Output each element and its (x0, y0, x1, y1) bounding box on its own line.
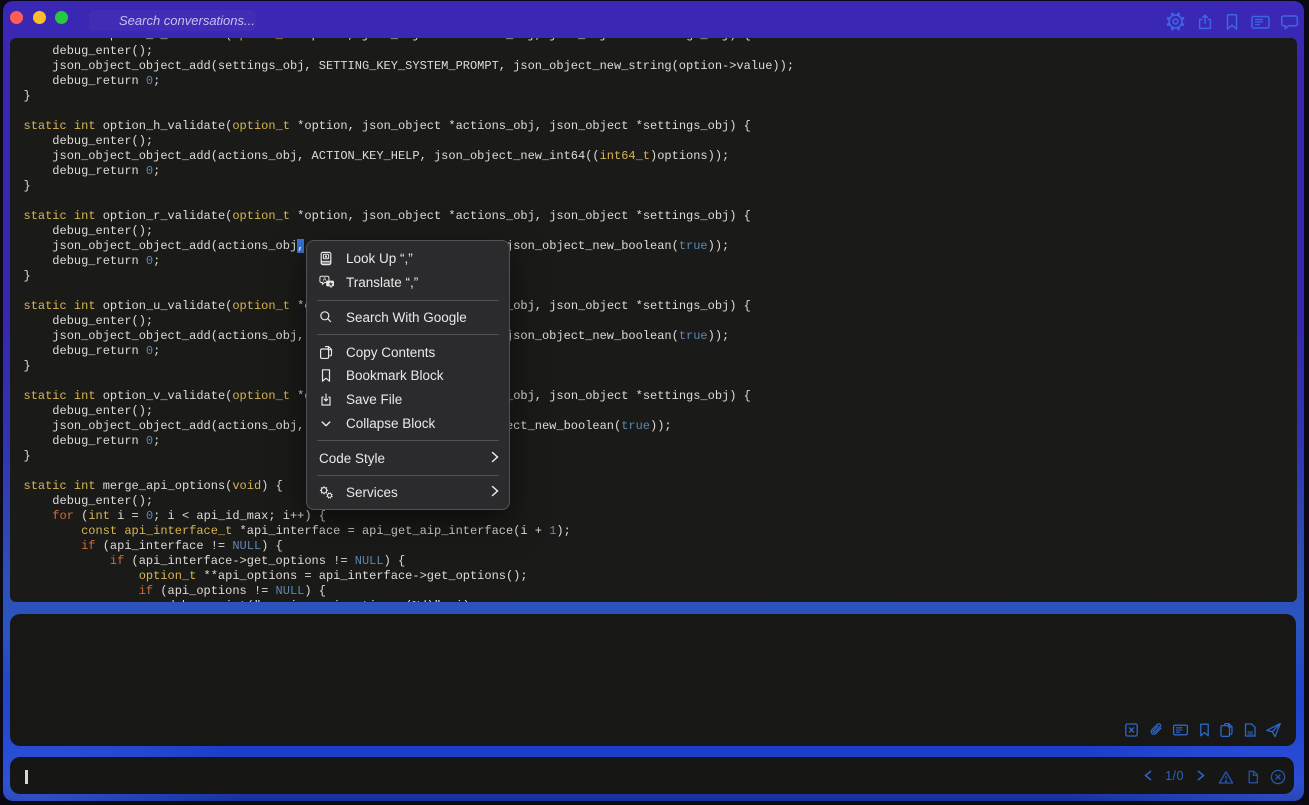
svg-text:A: A (323, 278, 327, 284)
svg-text:★: ★ (328, 281, 333, 288)
